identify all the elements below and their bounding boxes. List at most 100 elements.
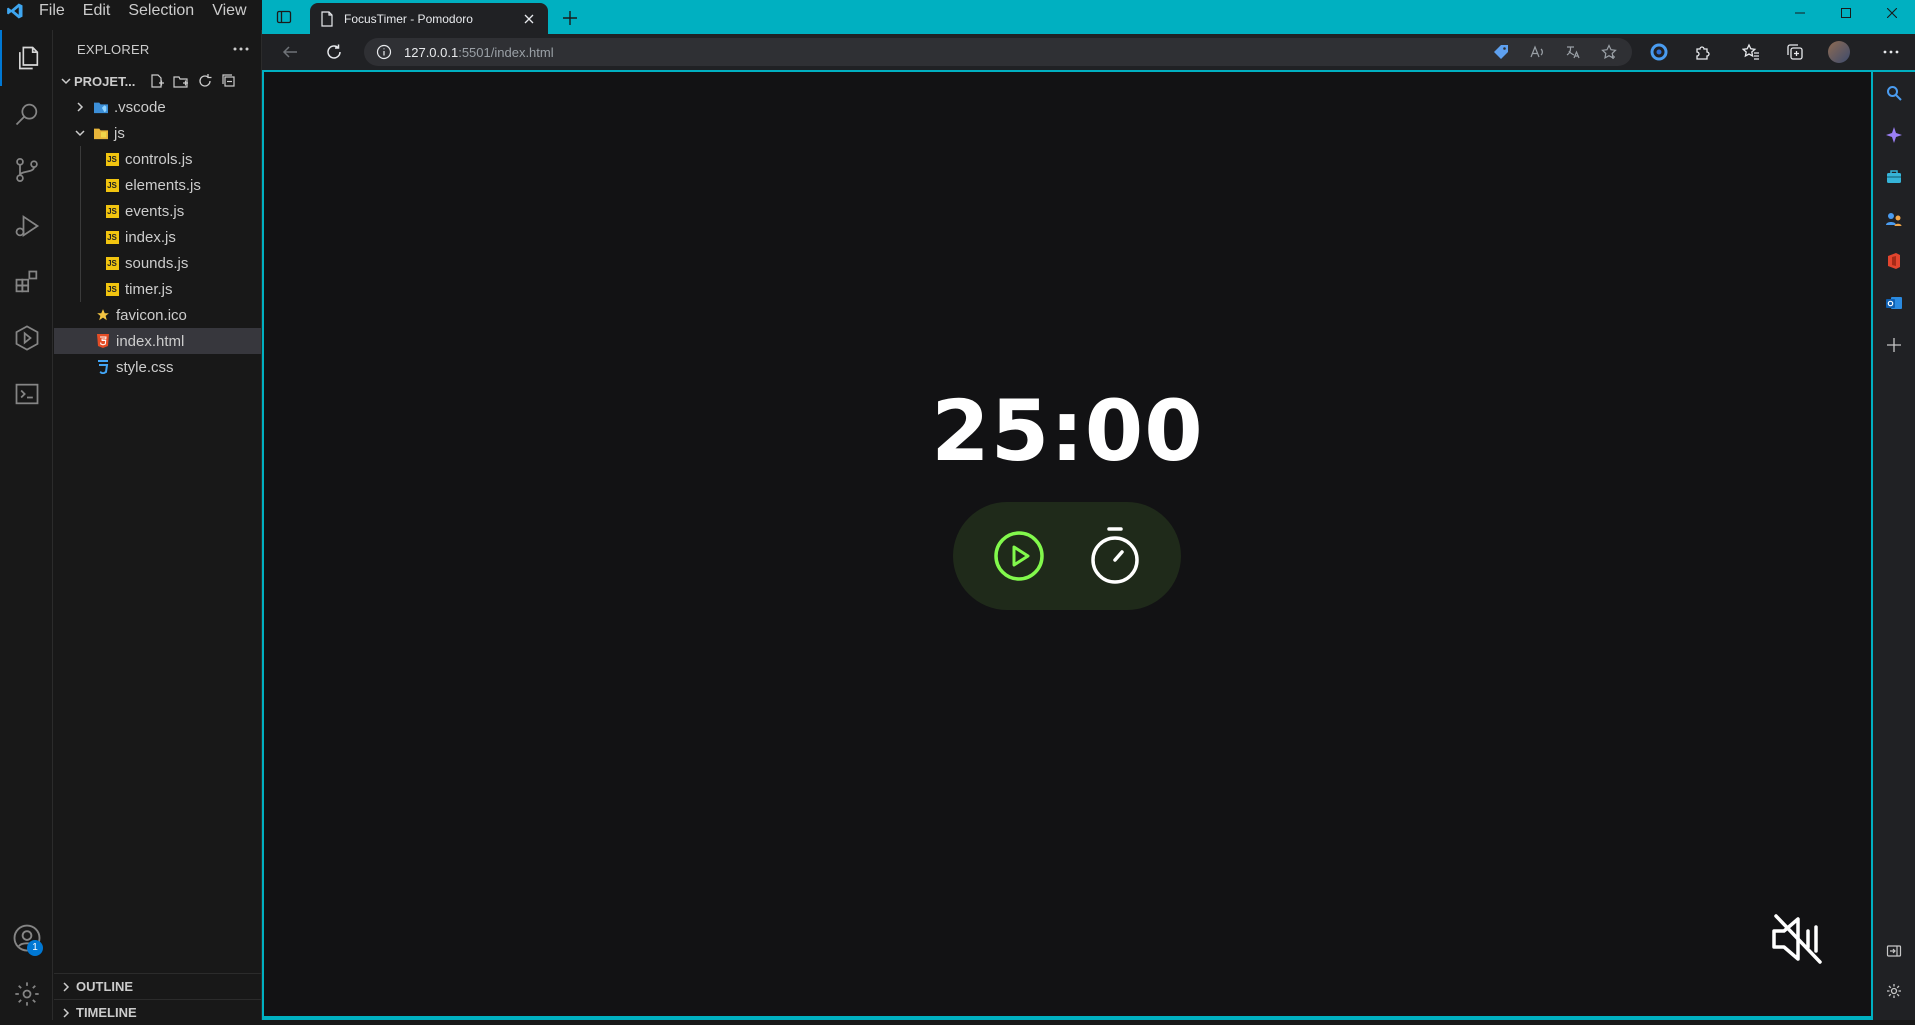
tree-label: timer.js bbox=[125, 280, 173, 298]
star-file-icon bbox=[96, 308, 110, 322]
read-aloud-icon[interactable] bbox=[1526, 42, 1548, 62]
js-file-icon: JS bbox=[105, 178, 119, 192]
extensions-icon[interactable] bbox=[1688, 38, 1718, 66]
office-icon[interactable] bbox=[1873, 244, 1915, 278]
address-bar[interactable]: 127.0.0.1:5501/index.html bbox=[364, 38, 1632, 66]
tree-label: controls.js bbox=[125, 150, 193, 168]
tab-focustimer[interactable]: FocusTimer - Pomodoro bbox=[310, 3, 548, 34]
chevron-right-icon bbox=[60, 1007, 72, 1019]
outline-section[interactable]: OUTLINE bbox=[54, 973, 262, 999]
page-viewport: 25:00 bbox=[264, 72, 1871, 1016]
new-file-icon[interactable] bbox=[146, 70, 168, 92]
collections-icon[interactable] bbox=[1780, 38, 1810, 66]
menu-selection[interactable]: Selection bbox=[119, 0, 203, 22]
people-icon[interactable] bbox=[1873, 202, 1915, 236]
copilot-sparkle-icon[interactable] bbox=[1873, 118, 1915, 152]
translate-icon[interactable] bbox=[1562, 42, 1584, 62]
terminal-icon[interactable] bbox=[0, 366, 53, 422]
project-folder-row[interactable]: PROJET... bbox=[54, 68, 261, 94]
html-file-icon bbox=[96, 334, 110, 348]
explorer-title: EXPLORER bbox=[77, 41, 150, 57]
tree-file-timer-js[interactable]: JS timer.js bbox=[54, 276, 261, 302]
menu-edit[interactable]: Edit bbox=[74, 0, 120, 22]
run-debug-icon[interactable] bbox=[0, 198, 53, 254]
set-timer-button[interactable] bbox=[1089, 527, 1141, 584]
indent-guide bbox=[80, 250, 81, 276]
extensions-icon[interactable] bbox=[0, 254, 53, 310]
menu-view[interactable]: View bbox=[203, 0, 255, 22]
accounts-icon[interactable]: 1 bbox=[0, 910, 53, 966]
play-icon bbox=[994, 531, 1044, 581]
tree-file-index-js[interactable]: JS index.js bbox=[54, 224, 261, 250]
menu-file[interactable]: File bbox=[30, 0, 74, 22]
search-activity-icon[interactable] bbox=[0, 86, 53, 142]
tab-close-icon[interactable] bbox=[520, 10, 538, 28]
explorer-activity-icon[interactable] bbox=[0, 30, 53, 86]
chevron-right-icon bbox=[60, 981, 72, 993]
timeline-section[interactable]: TIMELINE bbox=[54, 999, 262, 1025]
js-file-icon: JS bbox=[105, 230, 119, 244]
add-icon[interactable] bbox=[1873, 328, 1915, 362]
copilot-icon[interactable] bbox=[1644, 38, 1674, 66]
settings-gear-icon[interactable] bbox=[0, 966, 53, 1022]
css-file-icon bbox=[96, 360, 110, 374]
add-favorite-icon[interactable] bbox=[1598, 42, 1620, 62]
site-info-icon[interactable] bbox=[376, 44, 392, 60]
new-folder-icon[interactable] bbox=[170, 70, 192, 92]
js-file-icon: JS bbox=[105, 204, 119, 218]
back-icon[interactable] bbox=[276, 38, 304, 66]
tree-label: style.css bbox=[116, 358, 174, 376]
maximize-icon[interactable] bbox=[1823, 0, 1869, 26]
tree-file-index-html[interactable]: index.html bbox=[54, 328, 261, 354]
tree-file-style-css[interactable]: style.css bbox=[54, 354, 261, 380]
vscode-menubar: File Edit Selection View bbox=[0, 0, 262, 22]
close-window-icon[interactable] bbox=[1869, 0, 1915, 26]
refresh-icon[interactable] bbox=[194, 70, 216, 92]
search-icon[interactable] bbox=[1873, 76, 1915, 110]
tree-label: index.html bbox=[116, 332, 185, 350]
source-control-icon[interactable] bbox=[0, 142, 53, 198]
tree-file-sounds-js[interactable]: JS sounds.js bbox=[54, 250, 261, 276]
explorer-sidebar: EXPLORER PROJET... .vscode js JS control… bbox=[54, 30, 262, 1020]
sound-toggle-button[interactable] bbox=[1770, 910, 1828, 968]
indent-guide bbox=[80, 146, 81, 172]
tree-folder-js[interactable]: js bbox=[54, 120, 261, 146]
indent-guide bbox=[80, 276, 81, 302]
hide-sidebar-icon[interactable] bbox=[1873, 934, 1915, 968]
tree-file-elements-js[interactable]: JS elements.js bbox=[54, 172, 261, 198]
tree-label: elements.js bbox=[125, 176, 201, 194]
project-name: PROJET... bbox=[74, 73, 136, 89]
sidebar-settings-icon[interactable] bbox=[1873, 974, 1915, 1008]
page-icon bbox=[320, 10, 334, 27]
tab-bar: FocusTimer - Pomodoro bbox=[262, 0, 1915, 34]
tree-label: .vscode bbox=[114, 98, 166, 116]
vscode-logo-icon bbox=[0, 0, 30, 22]
collapse-all-icon[interactable] bbox=[218, 70, 240, 92]
favorites-icon[interactable] bbox=[1736, 38, 1766, 66]
new-tab-icon[interactable] bbox=[558, 6, 582, 30]
more-actions-icon[interactable] bbox=[233, 46, 249, 52]
tree-file-favicon[interactable]: favicon.ico bbox=[54, 302, 261, 328]
remote-explorer-icon[interactable] bbox=[0, 310, 53, 366]
tree-label: events.js bbox=[125, 202, 185, 220]
shopping-tag-icon[interactable] bbox=[1490, 42, 1512, 62]
minimize-icon[interactable] bbox=[1777, 0, 1823, 26]
timeline-label: TIMELINE bbox=[76, 1005, 137, 1020]
tree-file-events-js[interactable]: JS events.js bbox=[54, 198, 261, 224]
refresh-icon[interactable] bbox=[320, 38, 348, 66]
tree-file-controls-js[interactable]: JS controls.js bbox=[54, 146, 261, 172]
indent-guide bbox=[80, 224, 81, 250]
js-file-icon: JS bbox=[105, 282, 119, 296]
shopping-icon[interactable] bbox=[1873, 160, 1915, 194]
play-button[interactable] bbox=[993, 530, 1045, 582]
tree-label: favicon.ico bbox=[116, 306, 187, 324]
tree-folder-vscode[interactable]: .vscode bbox=[54, 94, 261, 120]
url-path: :5501/index.html bbox=[458, 44, 554, 60]
activity-bar: 1 bbox=[0, 30, 53, 1020]
tab-actions-icon[interactable] bbox=[272, 6, 296, 28]
more-menu-icon[interactable] bbox=[1876, 38, 1906, 66]
outlook-icon[interactable] bbox=[1873, 286, 1915, 320]
timer-display: 25:00 bbox=[931, 382, 1204, 480]
js-folder-icon bbox=[94, 126, 108, 140]
profile-avatar[interactable] bbox=[1824, 38, 1854, 66]
